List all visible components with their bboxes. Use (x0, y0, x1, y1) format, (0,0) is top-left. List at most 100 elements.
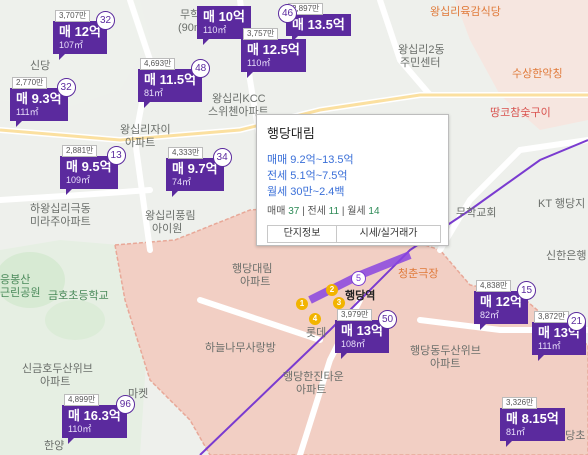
price-per-pyeong: 2,770만 (12, 77, 48, 89)
marker-price: 매 13억 (341, 323, 383, 338)
price-marker[interactable]: 2,897만 매 13.5억 46 (278, 3, 351, 42)
count-sale: 37 (288, 206, 300, 217)
price-per-pyeong: 4,838만 (476, 280, 512, 292)
map-label-pungrim: 왕십리풍림 (145, 210, 196, 222)
listing-count: 13 (106, 146, 126, 165)
price-per-pyeong: 4,333만 (168, 147, 204, 159)
price-marker[interactable]: 4,838만 매 12억 82㎡ 15 (474, 280, 536, 330)
price-marker[interactable]: 3,326만 매 8.15억 81㎡ (500, 397, 565, 447)
marker-area: 111㎡ (538, 341, 561, 351)
map-label-geumho-elem: 금호초등학교 (48, 290, 109, 302)
listing-count: 96 (115, 395, 135, 414)
exit-3-badge[interactable]: 3 (333, 297, 345, 309)
count-jeonse: 11 (328, 206, 340, 217)
map-label-singeumho: 신금호두산위브 (22, 363, 93, 375)
map-label-wangsimni2-2: 주민센터 (400, 57, 441, 69)
price-per-pyeong: 2,881만 (62, 145, 98, 157)
line-5-badge: 5 (351, 271, 366, 286)
count-monthly-label: 월세 (347, 206, 366, 217)
map-label-eungbong-2: 근린공원 (0, 287, 41, 299)
marker-price: 매 12억 (59, 24, 101, 39)
map-label-ssanyong: 행당동두산위브 (410, 345, 481, 357)
price-marker[interactable]: 4,899만 매 16.3억 110㎡ 96 (62, 394, 135, 444)
count-sale-label: 매매 (267, 206, 286, 217)
price-marker[interactable]: 2,881만 매 9.5억 109㎡ 13 (60, 145, 126, 195)
map-label-pungrim-2: 아이원 (152, 223, 183, 235)
exit-4-badge[interactable]: 4 (309, 313, 321, 325)
map-label-hawangsimni-2: 미라주아파트 (30, 216, 91, 228)
marker-price: 매 12.5억 (247, 42, 300, 57)
map-label-kcc: 왕십리KCC (212, 93, 266, 105)
marker-price: 매 16.3억 (68, 408, 121, 423)
marker-area: 74㎡ (172, 177, 192, 187)
popup-monthly-range: 월세 30만~2.4백 (267, 186, 345, 198)
marker-price: 매 9.5억 (66, 159, 112, 174)
price-per-pyeong: 3,326만 (502, 397, 538, 409)
map-label-yukgam[interactable]: 왕십리육감식당 (430, 6, 501, 19)
price-marker[interactable]: 3,757만 매 12.5억 110㎡ (241, 28, 306, 78)
exit-1-badge[interactable]: 1 (296, 298, 308, 310)
marker-price: 매 9.3억 (16, 91, 62, 106)
marker-tail (144, 102, 150, 108)
map-label-ttang[interactable]: 땅코참숯구이 (490, 107, 551, 120)
map-label-hanjin: 행당한진타운 (283, 371, 344, 383)
count-monthly: 14 (368, 206, 380, 217)
price-per-pyeong: 4,899만 (64, 394, 100, 406)
map-label-sindang: 신당 (30, 60, 51, 72)
map-label-hanyang: 한양 (44, 440, 65, 452)
popup-title: 행당대림 (267, 126, 315, 141)
price-per-pyeong: 3,979만 (337, 309, 373, 321)
price-history-button[interactable]: 시세/실거래가 (337, 225, 441, 243)
map-label-haneulnamu: 하늘나무사랑방 (205, 342, 276, 354)
map-label-zai-2: 아파트 (125, 137, 156, 149)
marker-tail (506, 441, 512, 447)
complex-info-popup: 행당대림 매매 9.2억~13.5억 전세 5.1억~7.5억 월세 30만~2… (256, 114, 449, 246)
price-marker[interactable]: 2,770만 매 9.3억 111㎡ 32 (10, 77, 76, 127)
map-label-hanjin-2: 아파트 (296, 384, 327, 396)
marker-tail (341, 353, 347, 359)
map-label-eungbong: 응봉산 (0, 274, 31, 286)
listing-count: 50 (378, 310, 397, 329)
marker-tail (247, 72, 253, 78)
marker-tail (203, 39, 209, 45)
marker-price: 매 11.5억 (144, 72, 197, 87)
price-marker[interactable]: 4,693만 매 11.5억 81㎡ 48 (138, 58, 211, 108)
listing-count: 21 (567, 312, 586, 331)
price-marker[interactable]: 4,333만 매 9.7억 74㎡ 34 (166, 147, 232, 197)
marker-price: 매 13.5억 (292, 17, 345, 32)
listing-count: 48 (191, 59, 211, 78)
price-marker[interactable]: 3,707만 매 12억 107㎡ 32 (53, 10, 115, 60)
marker-tail (480, 324, 486, 330)
price-marker[interactable]: 3,979만 매 13억 108㎡ 50 (335, 309, 397, 359)
price-per-pyeong: 3,757만 (243, 28, 279, 40)
map-label-haengdang-station[interactable]: 행당역 (345, 290, 375, 303)
marker-area: 110㎡ (68, 424, 92, 434)
listing-count: 34 (212, 148, 232, 167)
map-label-suyang[interactable]: 수상한악칭 (512, 68, 563, 81)
popup-sale-range: 매매 9.2억~13.5억 (267, 154, 354, 166)
map-label-daerim: 행당대림 (232, 263, 273, 275)
marker-area: 110㎡ (247, 58, 271, 68)
marker-price: 매 8.15억 (506, 411, 559, 426)
listing-count: 32 (96, 11, 115, 30)
marker-area: 82㎡ (480, 310, 500, 320)
map-label-zai: 왕십리자이 (120, 124, 171, 136)
price-marker[interactable]: 3,872만 매 13억 111㎡ 21 (532, 311, 586, 361)
marker-tail (59, 54, 65, 60)
marker-area: 107㎡ (59, 40, 84, 50)
listing-count: 15 (517, 281, 536, 300)
popup-jeonse-range: 전세 5.1억~7.5억 (267, 170, 348, 182)
marker-area: 109㎡ (66, 175, 91, 185)
listing-count: 46 (278, 4, 297, 23)
map-label-hawangsimni: 하왕십리극동 (30, 203, 91, 215)
exit-2-badge[interactable]: 2 (326, 284, 338, 296)
marker-area: 110㎡ (203, 25, 227, 35)
marker-tail (172, 191, 178, 197)
complex-info-button[interactable]: 단지정보 (267, 225, 337, 243)
marker-tail (68, 438, 74, 444)
price-per-pyeong: 3,872만 (534, 311, 570, 323)
map-canvas[interactable]: 무학봉 (90m) 왕십리육감식당 왕십리2동 주민센터 수상한악칭 땅코참숯구… (0, 0, 588, 455)
marker-area: 108㎡ (341, 339, 366, 349)
map-label-cheongchun[interactable]: 청춘극장 (398, 268, 438, 281)
marker-tail (16, 121, 22, 127)
